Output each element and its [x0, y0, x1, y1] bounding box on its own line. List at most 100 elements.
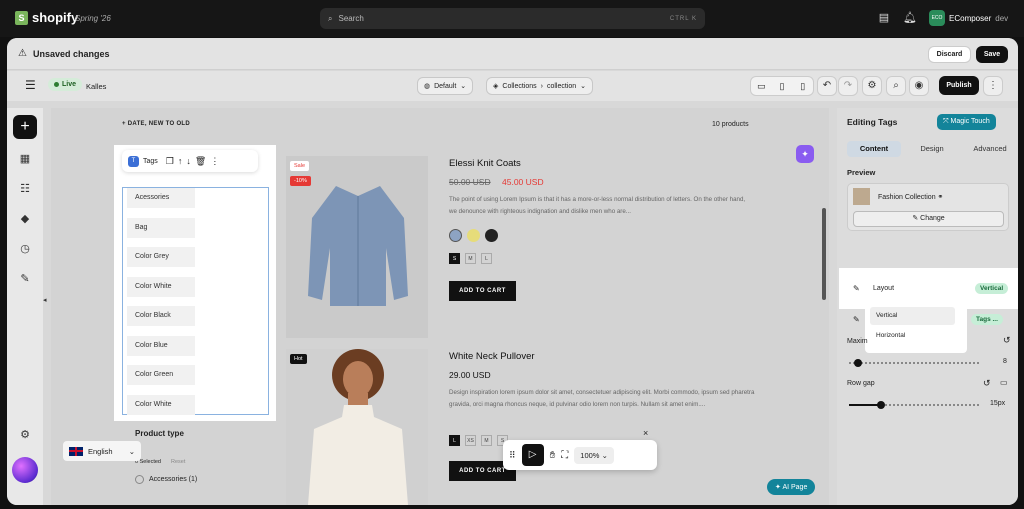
hand-icon[interactable]: ✋︎	[550, 450, 556, 461]
unsaved-bar: ⚠ Unsaved changes Discard Save	[7, 38, 1018, 70]
magic-touch-button[interactable]: ⤧ Magic Touch	[937, 114, 996, 130]
database-icon[interactable]: ▤	[877, 11, 891, 25]
add-to-cart-button[interactable]: ADD TO CART	[449, 281, 516, 301]
tag-item[interactable]: Color Grey	[127, 247, 195, 267]
delete-icon[interactable]: 🗑︎	[195, 156, 206, 167]
tag-item[interactable]: Color Blue	[127, 336, 195, 356]
row-gap-slider[interactable]	[849, 401, 979, 409]
tag-item[interactable]: Color Green	[127, 365, 195, 385]
tags-badge[interactable]: Tags ...	[971, 314, 1003, 325]
size-option[interactable]: M	[481, 435, 492, 446]
tab-content[interactable]: Content	[847, 141, 901, 157]
unsaved-title: Unsaved changes	[33, 49, 110, 59]
ai-orb-icon[interactable]	[12, 457, 38, 483]
product-image[interactable]: Sale -10%	[286, 156, 428, 338]
ai-sparkle-icon[interactable]: ✦	[796, 145, 814, 163]
language-selector[interactable]: English ⌄	[63, 441, 141, 461]
product-image[interactable]: Hot	[286, 349, 428, 505]
settings-sliders-icon[interactable]: ⚙	[862, 76, 882, 96]
tag-item[interactable]: Color White	[127, 395, 195, 415]
save-button[interactable]: Save	[976, 46, 1008, 63]
settings-gear-icon[interactable]: ⚙	[16, 426, 34, 444]
zoom-select[interactable]: 100% ⌄	[574, 446, 614, 464]
desktop-icon[interactable]: ▭	[751, 77, 772, 95]
more-menu-icon[interactable]: ⋮	[983, 76, 1003, 96]
size-option[interactable]: S	[449, 253, 460, 264]
history-icon[interactable]: ◷	[16, 240, 34, 258]
season-label: Spring '26	[75, 14, 111, 23]
shopify-logo[interactable]: Sshopify	[15, 10, 78, 25]
account-menu[interactable]: ECO EComposer dev	[929, 10, 1008, 26]
sort-filter[interactable]: + DATE, NEW TO OLD	[122, 121, 190, 127]
tags-widget[interactable]: Acessories Bag Color Grey Color White Co…	[114, 145, 276, 421]
product-type-filter: Product type 0 Selected Reset Accessorie…	[131, 425, 265, 505]
move-down-icon[interactable]: ↓	[186, 156, 191, 166]
inspect-icon[interactable]: ⌕	[886, 76, 906, 96]
filter-option[interactable]: Accessories (1)	[149, 476, 197, 483]
reset-link[interactable]: Reset	[171, 459, 185, 465]
locale-select[interactable]: ◍ Default ⌄	[417, 77, 474, 95]
preview-eye-icon[interactable]: ◉	[909, 76, 929, 96]
rows-icon[interactable]: ☷	[16, 180, 34, 198]
search-input[interactable]: ⌕ Search CTRL K	[320, 8, 705, 29]
undo-icon[interactable]: ↶	[817, 76, 837, 96]
layers-icon[interactable]: ◆	[16, 210, 34, 228]
shopify-bag-icon: S	[15, 10, 28, 25]
reset-icon[interactable]: ↺	[1003, 335, 1011, 346]
slider-knob[interactable]	[854, 359, 862, 367]
product-title[interactable]: Elessi Knit Coats	[449, 158, 521, 169]
bell-icon[interactable]: 🔔︎	[903, 11, 917, 25]
tag-item[interactable]: Color Black	[127, 306, 195, 326]
product-title[interactable]: White Neck Pullover	[449, 351, 535, 362]
layout-option-horizontal[interactable]: Horizontal	[870, 327, 955, 345]
chevron-down-icon: ⌄	[460, 83, 467, 90]
collapse-handle[interactable]: ◂	[43, 296, 51, 312]
pointer-icon[interactable]: ▷	[521, 444, 544, 466]
drag-handle-icon[interactable]: ⠿	[509, 450, 516, 461]
size-option[interactable]: XS	[465, 435, 476, 446]
ai-page-button[interactable]: ✦ AI Page	[767, 479, 816, 495]
duplicate-icon[interactable]: ❐	[166, 156, 174, 167]
layout-value-badge[interactable]: Vertical	[975, 283, 1009, 294]
tablet-icon[interactable]: ▯	[772, 77, 793, 95]
mobile-icon[interactable]: ▯	[792, 77, 813, 95]
tag-item[interactable]: Acessories	[127, 188, 195, 208]
brush-icon[interactable]: ✎	[16, 270, 34, 288]
more-options-icon[interactable]: ⋮	[210, 156, 219, 167]
swatch-blue[interactable]	[449, 229, 462, 242]
slider-knob[interactable]	[877, 401, 885, 409]
swatch-black[interactable]	[485, 229, 498, 242]
device-switcher: ▭ ▯ ▯	[750, 76, 814, 96]
swatch-yellow[interactable]	[467, 229, 480, 242]
warning-icon: ⚠	[18, 48, 27, 59]
pencil-icon[interactable]: ✎	[853, 284, 860, 293]
move-up-icon[interactable]: ↑	[178, 156, 183, 166]
size-option[interactable]: L	[449, 435, 460, 446]
live-dot	[54, 82, 59, 87]
live-badge: Live	[48, 78, 83, 91]
reset-icon[interactable]: ↺	[983, 378, 991, 389]
pencil-icon[interactable]: ✎	[853, 315, 860, 324]
change-button[interactable]: ✎ Change	[853, 211, 1004, 227]
fit-screen-icon[interactable]: ⛶	[561, 450, 568, 461]
scrollbar[interactable]	[822, 208, 826, 300]
max-slider[interactable]	[849, 359, 979, 367]
size-option[interactable]: L	[481, 253, 492, 264]
tag-item[interactable]: Bag	[127, 218, 195, 238]
add-element-button[interactable]: +	[13, 115, 37, 139]
sections-icon[interactable]: ▦	[16, 150, 34, 168]
tag-item[interactable]: Color White	[127, 277, 195, 297]
device-icon[interactable]: ▭	[1000, 378, 1008, 387]
menu-icon[interactable]: ☰	[25, 78, 36, 92]
layout-option-vertical[interactable]: Vertical	[870, 307, 955, 325]
close-icon[interactable]: ×	[643, 428, 648, 438]
publish-button[interactable]: Publish	[939, 76, 979, 95]
tab-design[interactable]: Design	[905, 141, 959, 157]
template-select[interactable]: ◈ Collections › collection ⌄	[486, 77, 594, 95]
filter-radio[interactable]	[135, 475, 144, 484]
discard-button[interactable]: Discard	[928, 46, 971, 63]
tags-element-toolbar: T Tags ❐ ↑ ↓ 🗑︎ ⋮	[122, 150, 258, 172]
redo-icon[interactable]: ↷	[838, 76, 858, 96]
tab-advanced[interactable]: Advanced	[963, 141, 1017, 157]
size-option[interactable]: M	[465, 253, 476, 264]
